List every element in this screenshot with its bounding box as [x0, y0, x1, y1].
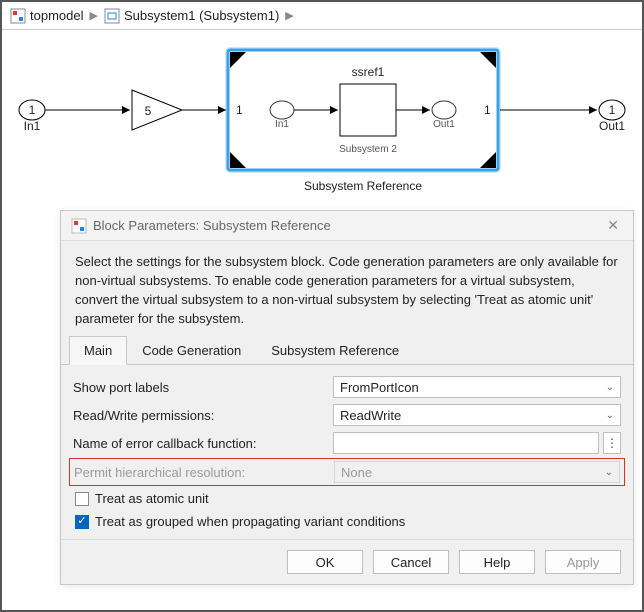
chevron-right-icon: ▶: [283, 9, 295, 22]
label-rw-permissions: Read/Write permissions:: [73, 408, 333, 423]
subsys-in-port: 1: [236, 103, 243, 117]
tab-main[interactable]: Main: [69, 336, 127, 365]
gain-value[interactable]: 5: [145, 104, 152, 118]
model-icon: [71, 218, 87, 234]
inner-block-label: Subsystem 2: [339, 144, 397, 155]
label-treat-grouped: Treat as grouped when propagating varian…: [95, 514, 405, 529]
chevron-down-icon: ⌄: [606, 382, 614, 393]
subsystem-icon: [104, 8, 120, 24]
apply-button[interactable]: Apply: [545, 550, 621, 574]
breadcrumb-item-subsystem1[interactable]: Subsystem1 (Subsystem1): [124, 8, 279, 23]
model-canvas[interactable]: Subsystem Reference 1 In1 5 1 In1 ssref1…: [2, 30, 642, 210]
label-error-callback: Name of error callback function:: [73, 436, 333, 451]
row-treat-grouped: ✓ Treat as grouped when propagating vari…: [73, 510, 621, 533]
form-main: Show port labels FromPortIcon ⌄ Read/Wri…: [61, 365, 633, 539]
row-treat-atomic: Treat as atomic unit: [73, 487, 621, 510]
ok-button[interactable]: OK: [287, 550, 363, 574]
in-port-label: In1: [24, 119, 41, 133]
breadcrumb-bar: topmodel ▶ Subsystem1 (Subsystem1) ▶: [2, 2, 642, 30]
chevron-right-icon: ▶: [87, 9, 99, 22]
more-button[interactable]: ⋮: [603, 432, 621, 454]
cancel-button[interactable]: Cancel: [373, 550, 449, 574]
out-port-number: 1: [609, 103, 616, 117]
dialog-title: Block Parameters: Subsystem Reference: [93, 218, 331, 233]
out-port-label: Out1: [599, 119, 625, 133]
dialog-buttons: OK Cancel Help Apply: [61, 539, 633, 584]
row-show-port-labels: Show port labels FromPortIcon ⌄: [73, 373, 621, 401]
row-rw-permissions: Read/Write permissions: ReadWrite ⌄: [73, 401, 621, 429]
inner-block-title: ssref1: [352, 65, 385, 79]
checkbox-treat-atomic[interactable]: [75, 492, 89, 506]
model-icon: [10, 8, 26, 24]
inner-in-label: In1: [275, 119, 289, 130]
tab-subsystem-reference[interactable]: Subsystem Reference: [256, 336, 414, 365]
select-permit-hierarchical: None ⌄: [334, 461, 620, 483]
dialog-description: Select the settings for the subsystem bl…: [61, 241, 633, 336]
checkbox-treat-grouped[interactable]: ✓: [75, 515, 89, 529]
help-button[interactable]: Help: [459, 550, 535, 574]
select-rw-permissions[interactable]: ReadWrite ⌄: [333, 404, 621, 426]
subsys-ref-label: Subsystem Reference: [304, 179, 422, 193]
close-icon[interactable]: ✕: [603, 217, 623, 234]
row-error-callback: Name of error callback function: ⋮: [73, 429, 621, 457]
tab-code-generation[interactable]: Code Generation: [127, 336, 256, 365]
chevron-down-icon: ⌄: [606, 410, 614, 421]
tabs: Main Code Generation Subsystem Reference: [61, 336, 633, 365]
in-port-number: 1: [29, 103, 36, 117]
label-show-port-labels: Show port labels: [73, 380, 333, 395]
label-treat-atomic: Treat as atomic unit: [95, 491, 209, 506]
block-parameters-dialog: Block Parameters: Subsystem Reference ✕ …: [60, 210, 634, 585]
label-permit-hierarchical: Permit hierarchical resolution:: [74, 465, 334, 480]
inner-out-label: Out1: [433, 119, 455, 130]
dialog-titlebar: Block Parameters: Subsystem Reference ✕: [61, 211, 633, 241]
row-permit-hierarchical: Permit hierarchical resolution: None ⌄: [69, 458, 625, 486]
breadcrumb-item-topmodel[interactable]: topmodel: [30, 8, 83, 23]
chevron-down-icon: ⌄: [605, 467, 613, 478]
select-show-port-labels[interactable]: FromPortIcon ⌄: [333, 376, 621, 398]
input-error-callback[interactable]: [333, 432, 599, 454]
subsys-out-port: 1: [484, 103, 491, 117]
